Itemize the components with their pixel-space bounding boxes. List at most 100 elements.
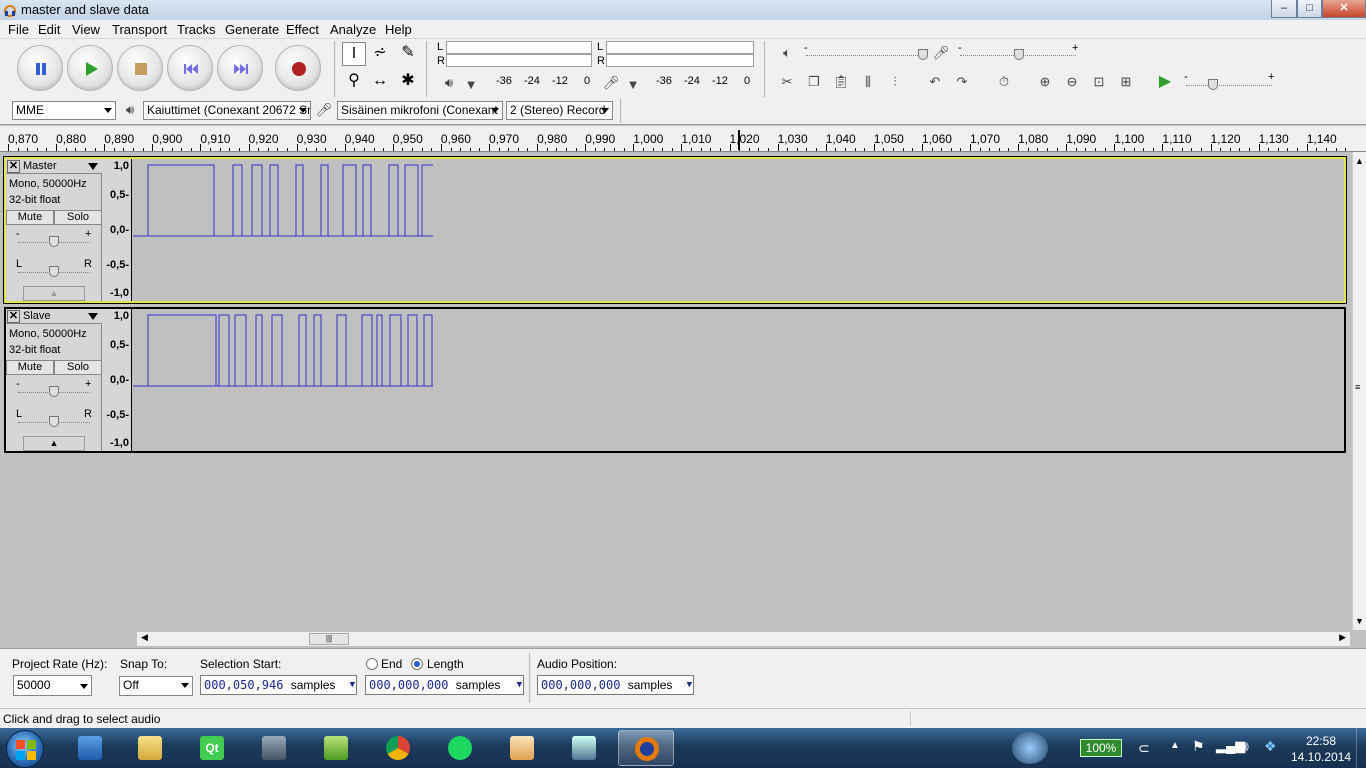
input-volume-thumb[interactable] (1014, 49, 1024, 60)
silence-icon[interactable]: ⫶ (884, 71, 906, 93)
vertical-scrollbar[interactable]: ▲ ≡ ▼ (1352, 152, 1366, 630)
sync-lock-icon[interactable]: ⏱ (993, 71, 1015, 93)
cut-icon[interactable]: ✂ (776, 71, 798, 93)
pause-button[interactable] (17, 45, 63, 91)
plug-icon[interactable]: ⊂ (1138, 740, 1150, 757)
menu-generate[interactable]: Generate (225, 22, 279, 37)
speaker-icon[interactable]: 🔊︎ (438, 72, 460, 94)
stop-button[interactable] (117, 45, 163, 91)
chevron-down-icon[interactable]: ▼ (687, 676, 692, 694)
scroll-up-icon[interactable]: ▲ (1355, 156, 1364, 166)
chevron-down-icon[interactable]: ▼ (460, 74, 482, 96)
menu-help[interactable]: Help (385, 22, 412, 37)
tracks-area[interactable]: ✕ Master Mono, 50000Hz 32-bit float Mute… (0, 152, 1352, 630)
menu-tracks[interactable]: Tracks (177, 22, 216, 37)
taskbar-monitor-app[interactable] (556, 730, 612, 766)
taskbar-spotify[interactable] (432, 730, 488, 766)
start-button[interactable] (6, 730, 44, 768)
record-meter-right[interactable] (606, 54, 754, 67)
zoom-in-icon[interactable]: ⊕ (1034, 71, 1056, 93)
timeshift-tool-icon[interactable]: ↔ (368, 70, 392, 94)
record-meter-left[interactable] (606, 41, 754, 54)
vertical-scale[interactable]: 1,0 0,5- 0,0- -0,5- -1,0 (102, 159, 132, 301)
playback-meter-left[interactable] (446, 41, 592, 54)
track-name-menu[interactable]: ✕ Slave (6, 309, 102, 324)
play-speed-thumb[interactable] (1208, 79, 1218, 90)
close-track-icon[interactable]: ✕ (7, 160, 20, 173)
selection-tool-icon[interactable]: I (342, 42, 366, 66)
taskbar-chrome[interactable] (370, 730, 426, 766)
track-master[interactable]: ✕ Master Mono, 50000Hz 32-bit float Mute… (3, 156, 1347, 304)
maximize-button[interactable]: □ (1297, 0, 1322, 18)
taskbar-network-app[interactable] (62, 730, 118, 766)
playback-meter-right[interactable] (446, 54, 592, 67)
clock-time[interactable]: 22:58 (1306, 734, 1336, 748)
output-device-select[interactable]: Kaiuttimet (Conexant 20672 Sr (143, 101, 311, 120)
menu-effect[interactable]: Effect (286, 22, 319, 37)
taskbar-document-app[interactable] (494, 730, 550, 766)
show-hidden-icons-icon[interactable]: ▲ (1170, 740, 1180, 751)
play-at-speed-icon[interactable]: ▶ (1154, 71, 1176, 93)
audio-position-field[interactable]: 000,000,000 samples ▼ (537, 675, 694, 695)
waveform-master[interactable] (133, 159, 433, 301)
end-radio[interactable] (366, 658, 378, 670)
close-button[interactable]: ✕ (1322, 0, 1366, 18)
length-radio[interactable] (411, 658, 423, 670)
close-track-icon[interactable]: ✕ (7, 310, 20, 323)
clock-date[interactable]: 14.10.2014 (1291, 750, 1351, 764)
taskbar-audacity[interactable] (618, 730, 674, 766)
output-volume-slider[interactable] (806, 55, 924, 57)
vertical-scale[interactable]: 1,0 0,5- 0,0- -0,5- -1,0 (102, 309, 132, 451)
snap-to-select[interactable]: Off (119, 676, 193, 696)
chevron-down-icon[interactable]: ▼ (350, 676, 355, 694)
menu-transport[interactable]: Transport (112, 22, 167, 37)
volume-icon[interactable]: 🔊︎ (1240, 738, 1249, 755)
input-channels-select[interactable]: 2 (Stereo) Record (506, 101, 613, 120)
solo-button[interactable]: Solo (54, 360, 102, 375)
show-desktop-button[interactable] (1356, 728, 1366, 768)
taskbar-notepadpp[interactable] (308, 730, 364, 766)
tray-app-icon[interactable] (1012, 732, 1048, 764)
fit-project-icon[interactable]: ⊞ (1115, 71, 1137, 93)
play-button[interactable] (67, 45, 113, 91)
selection-start-field[interactable]: 000,050,946 samples ▼ (200, 675, 357, 695)
skip-to-end-button[interactable] (217, 45, 263, 91)
timeline-ruler[interactable]: 0,870 0,880 0,890 0,900 0,910 0,920 0,930 0,940… (0, 126, 1366, 152)
scroll-thumb[interactable]: ||| (309, 633, 349, 645)
pan-slider-thumb[interactable] (49, 416, 59, 427)
scroll-left-icon[interactable]: ◀ (141, 632, 148, 643)
skip-to-start-button[interactable] (167, 45, 213, 91)
taskbar-qt-creator[interactable]: Qt (184, 730, 240, 766)
project-rate-select[interactable]: 50000 (13, 675, 92, 696)
undo-icon[interactable]: ↶ (924, 71, 946, 93)
menu-edit[interactable]: Edit (38, 22, 60, 37)
collapse-track-icon[interactable]: ▲ (23, 436, 85, 451)
scroll-right-icon[interactable]: ▶ (1339, 632, 1346, 643)
redo-icon[interactable]: ↷ (951, 71, 973, 93)
microphone-icon[interactable]: 🎤︎ (600, 72, 622, 94)
taskbar-explorer[interactable] (122, 730, 178, 766)
audio-host-select[interactable]: MME (12, 101, 116, 120)
play-speed-slider[interactable] (1186, 85, 1272, 87)
track-slave[interactable]: ✕ Slave Mono, 50000Hz 32-bit float Mute … (4, 307, 1346, 453)
gain-slider-thumb[interactable] (49, 236, 59, 247)
copy-icon[interactable]: ❐ (803, 71, 825, 93)
menu-file[interactable]: File (8, 22, 29, 37)
menu-analyze[interactable]: Analyze (330, 22, 376, 37)
paste-icon[interactable]: 📋︎ (830, 71, 852, 93)
menu-view[interactable]: View (72, 22, 100, 37)
pan-slider-thumb[interactable] (49, 266, 59, 277)
multi-tool-icon[interactable]: ✱ (396, 70, 420, 94)
zoom-tool-icon[interactable]: ⚲ (342, 70, 366, 94)
fit-selection-icon[interactable]: ⊡ (1088, 71, 1110, 93)
track-name-menu[interactable]: ✕ Master (6, 159, 102, 174)
trim-icon[interactable]: ⫼ (857, 71, 879, 93)
envelope-tool-icon[interactable]: ⩫ (368, 42, 392, 66)
mute-button[interactable]: Mute (6, 360, 54, 375)
action-center-flag-icon[interactable]: ⚑ (1192, 738, 1205, 755)
minimize-button[interactable]: ‒ (1271, 0, 1297, 18)
output-volume-thumb[interactable] (918, 49, 928, 60)
horizontal-scrollbar[interactable]: ◀ ||| ▶ (137, 632, 1350, 646)
scroll-down-icon[interactable]: ▼ (1355, 616, 1364, 626)
battery-indicator[interactable]: 100% (1080, 739, 1122, 757)
